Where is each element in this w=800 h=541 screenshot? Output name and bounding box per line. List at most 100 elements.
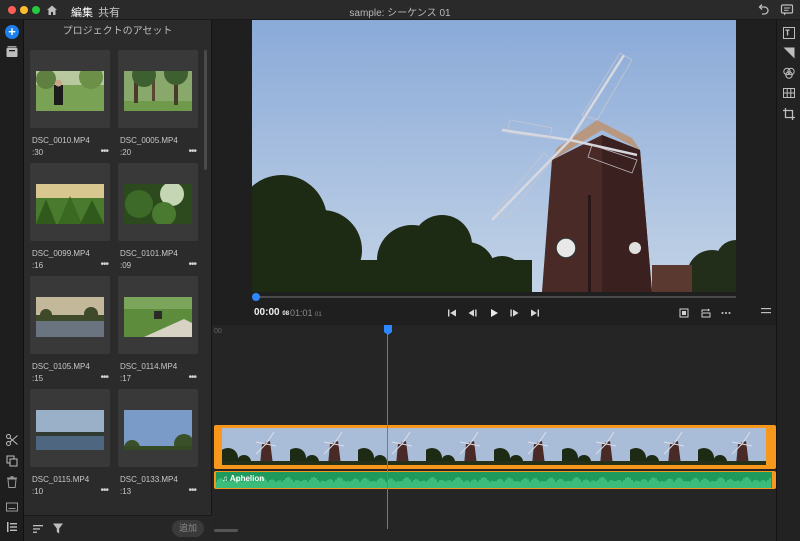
color-icon[interactable] bbox=[782, 66, 796, 80]
media-library-icon[interactable] bbox=[5, 45, 19, 59]
asset-card[interactable]: DSC_0099.MP4:16 ••• bbox=[30, 163, 110, 270]
sort-icon[interactable] bbox=[32, 523, 44, 535]
asset-name: DSC_0099.MP4 bbox=[32, 249, 90, 258]
video-frame-thumbnail bbox=[626, 428, 698, 465]
duplicate-icon[interactable] bbox=[5, 454, 19, 468]
asset-card[interactable]: DSC_0105.MP4:15 ••• bbox=[30, 276, 110, 383]
audio-clip-label: ♫ Aphelion bbox=[222, 474, 265, 483]
asset-thumbnail bbox=[36, 71, 104, 111]
waveform-graphic bbox=[216, 477, 771, 488]
title-bar: 編集 共有 sample: シーケンス 01 bbox=[0, 0, 800, 24]
asset-name: DSC_0133.MP4 bbox=[120, 475, 178, 484]
playhead-handle[interactable] bbox=[384, 325, 392, 335]
asset-duration: :13 bbox=[120, 487, 132, 496]
skip-back-icon[interactable] bbox=[446, 307, 458, 319]
current-timecode: 00:00 08 bbox=[254, 307, 290, 318]
asset-duration: :30 bbox=[32, 148, 44, 157]
asset-more-button[interactable]: ••• bbox=[100, 259, 108, 270]
asset-duration: :20 bbox=[120, 148, 132, 157]
main-area: 00:00 08 01:01 01 00 ♫ Aphelion bbox=[212, 20, 776, 541]
video-clip-frames bbox=[222, 428, 774, 465]
loop-icon[interactable] bbox=[700, 307, 712, 319]
audio-clip[interactable]: ♫ Aphelion bbox=[214, 471, 776, 489]
video-clip[interactable] bbox=[214, 425, 776, 469]
asset-thumbnail bbox=[36, 184, 104, 224]
asset-thumbnail-frame[interactable] bbox=[30, 276, 110, 354]
step-back-icon[interactable] bbox=[467, 307, 479, 319]
video-frame-thumbnail bbox=[222, 428, 290, 465]
asset-duration: :10 bbox=[32, 487, 44, 496]
timeline-menu-icon[interactable] bbox=[760, 306, 772, 316]
asset-card[interactable]: DSC_0005.MP4:20 ••• bbox=[118, 50, 198, 157]
asset-thumbnail bbox=[124, 184, 192, 224]
project-assets-panel: プロジェクトのアセット DSC_0010.MP4:30 ••• DSC_0005.M… bbox=[24, 20, 212, 541]
crop-icon[interactable] bbox=[782, 107, 796, 121]
total-duration: 01:01 01 bbox=[290, 308, 322, 318]
more-icon[interactable] bbox=[720, 307, 732, 319]
asset-thumbnail-frame[interactable] bbox=[30, 50, 110, 128]
asset-name: DSC_0114.MP4 bbox=[120, 362, 178, 371]
asset-name: DSC_0115.MP4 bbox=[32, 475, 90, 484]
right-toolbar bbox=[776, 20, 800, 541]
asset-thumbnail-frame[interactable] bbox=[30, 163, 110, 241]
video-frame-thumbnail bbox=[354, 428, 426, 465]
asset-card[interactable]: DSC_0101.MP4:09 ••• bbox=[118, 163, 198, 270]
asset-duration: :15 bbox=[32, 374, 44, 383]
assets-scrollbar[interactable] bbox=[204, 50, 207, 170]
video-frame-thumbnail bbox=[694, 428, 766, 465]
left-toolbar: + bbox=[0, 20, 24, 541]
track-list-icon[interactable] bbox=[5, 520, 19, 534]
skip-forward-icon[interactable] bbox=[529, 307, 541, 319]
asset-more-button[interactable]: ••• bbox=[100, 372, 108, 383]
scrub-handle[interactable] bbox=[252, 293, 260, 301]
asset-thumbnail bbox=[124, 71, 192, 111]
audio-waveform: ♫ Aphelion bbox=[216, 472, 772, 488]
asset-thumbnail-frame[interactable] bbox=[118, 50, 198, 128]
asset-more-button[interactable]: ••• bbox=[188, 485, 196, 496]
asset-more-button[interactable]: ••• bbox=[100, 485, 108, 496]
asset-name: DSC_0010.MP4 bbox=[32, 136, 90, 145]
undo-icon[interactable] bbox=[757, 3, 770, 16]
fit-icon[interactable] bbox=[678, 307, 690, 319]
video-frame-thumbnail bbox=[490, 428, 562, 465]
transitions-icon[interactable] bbox=[782, 46, 796, 60]
asset-card[interactable]: DSC_0010.MP4 :30 ••• bbox=[30, 50, 110, 157]
asset-card[interactable]: DSC_0114.MP4 :17 ••• bbox=[118, 276, 198, 383]
video-frame-thumbnail bbox=[422, 428, 494, 465]
step-forward-icon[interactable] bbox=[508, 307, 520, 319]
caption-icon[interactable] bbox=[5, 500, 19, 514]
asset-thumbnail-frame[interactable] bbox=[118, 276, 198, 354]
asset-more-button[interactable]: ••• bbox=[100, 146, 108, 157]
assets-header: プロジェクトのアセット bbox=[62, 26, 173, 37]
asset-more-button[interactable]: ••• bbox=[188, 146, 196, 157]
titles-icon[interactable] bbox=[782, 26, 796, 40]
asset-card[interactable]: DSC_0133.MP4 :13 ••• bbox=[118, 389, 198, 496]
add-to-timeline-button[interactable]: 追加 bbox=[172, 520, 204, 537]
asset-more-button[interactable]: ••• bbox=[188, 259, 196, 270]
timeline[interactable]: 00 ♫ Aphelion bbox=[212, 325, 776, 541]
play-icon[interactable] bbox=[488, 307, 500, 319]
asset-thumbnail-frame[interactable] bbox=[30, 389, 110, 467]
asset-thumbnail-frame[interactable] bbox=[118, 389, 198, 467]
asset-thumbnail-frame[interactable] bbox=[118, 163, 198, 241]
timeline-scrollbar[interactable] bbox=[214, 529, 238, 532]
filter-icon[interactable] bbox=[52, 522, 64, 535]
asset-more-button[interactable]: ••• bbox=[188, 372, 196, 383]
comment-icon[interactable] bbox=[780, 3, 794, 17]
asset-thumbnail bbox=[124, 410, 192, 450]
timeline-ruler-label: 00 bbox=[214, 328, 222, 335]
asset-duration: :17 bbox=[120, 374, 132, 383]
add-media-button[interactable]: + bbox=[5, 25, 19, 39]
windmill-video-frame bbox=[252, 20, 736, 292]
scissors-icon[interactable] bbox=[5, 433, 19, 447]
playhead-line[interactable] bbox=[387, 333, 388, 529]
asset-name: DSC_0101.MP4 bbox=[120, 249, 178, 258]
program-monitor[interactable] bbox=[252, 20, 736, 292]
asset-card[interactable]: DSC_0115.MP4 :10 ••• bbox=[30, 389, 110, 496]
asset-thumbnail bbox=[36, 410, 104, 450]
layout-icon[interactable] bbox=[782, 86, 796, 100]
trash-icon[interactable] bbox=[5, 475, 19, 489]
assets-footer: 追加 bbox=[24, 515, 212, 541]
scrub-bar[interactable] bbox=[252, 296, 736, 298]
video-frame-thumbnail bbox=[286, 428, 358, 465]
